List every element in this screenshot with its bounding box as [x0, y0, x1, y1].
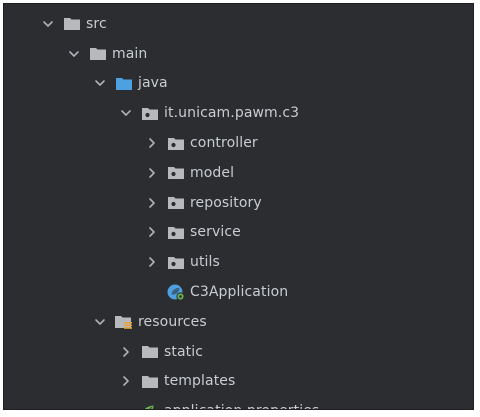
chevron-right-icon[interactable] — [144, 224, 160, 240]
chevron-right-icon[interactable] — [118, 373, 134, 389]
tree-item-static[interactable]: static — [4, 337, 473, 367]
tree-item-model[interactable]: model — [4, 158, 473, 188]
resources-folder-icon — [114, 313, 134, 331]
package-icon — [166, 223, 186, 241]
spring-boot-class-icon — [166, 283, 186, 301]
folder-icon — [140, 343, 160, 361]
tree-item-main[interactable]: main — [4, 39, 473, 69]
package-icon — [166, 134, 186, 152]
package-icon — [140, 104, 160, 122]
tree-item-label: resources — [138, 313, 207, 330]
tree-item-label: service — [190, 224, 241, 241]
package-icon — [166, 253, 186, 271]
project-tool-window: src main java it.unicam.pawm.c3 controller mo… — [3, 3, 474, 410]
chevron-down-icon[interactable] — [40, 16, 56, 32]
tree-item-c3application[interactable]: C3Application — [4, 277, 473, 307]
project-tree[interactable]: src main java it.unicam.pawm.c3 controller mo… — [4, 9, 473, 409]
tree-item-label: templates — [164, 373, 236, 390]
tree-item-application-properties[interactable]: application.properties — [4, 396, 473, 409]
package-icon — [166, 164, 186, 182]
chevron-right-icon[interactable] — [144, 135, 160, 151]
folder-icon — [140, 372, 160, 390]
tree-item-repository[interactable]: repository — [4, 188, 473, 218]
tree-item-controller[interactable]: controller — [4, 128, 473, 158]
source-folder-icon — [114, 74, 134, 92]
tree-item-templates[interactable]: templates — [4, 367, 473, 397]
tree-item-it-unicam-pawm-c3[interactable]: it.unicam.pawm.c3 — [4, 98, 473, 128]
tree-item-label: model — [190, 164, 235, 181]
folder-icon — [88, 45, 108, 63]
chevron-down-icon[interactable] — [92, 75, 108, 91]
chevron-down-icon[interactable] — [92, 314, 108, 330]
package-icon — [166, 194, 186, 212]
tree-item-resources[interactable]: resources — [4, 307, 473, 337]
tree-item-service[interactable]: service — [4, 218, 473, 248]
spring-properties-icon — [140, 402, 160, 409]
chevron-right-icon[interactable] — [144, 195, 160, 211]
tree-item-src[interactable]: src — [4, 9, 473, 39]
tree-item-label: main — [112, 45, 148, 62]
folder-icon — [62, 15, 82, 33]
tree-item-label: controller — [190, 135, 258, 152]
tree-item-label: C3Application — [190, 284, 289, 301]
tree-item-label: application.properties — [164, 402, 319, 409]
tree-item-label: it.unicam.pawm.c3 — [164, 105, 300, 122]
chevron-down-icon[interactable] — [118, 105, 134, 121]
chevron-right-icon[interactable] — [118, 344, 134, 360]
chevron-right-icon[interactable] — [144, 254, 160, 270]
tree-item-java[interactable]: java — [4, 69, 473, 99]
tree-item-label: src — [86, 15, 107, 32]
tree-item-label: java — [138, 75, 168, 92]
chevron-down-icon[interactable] — [66, 46, 82, 62]
tree-item-utils[interactable]: utils — [4, 247, 473, 277]
tree-item-label: utils — [190, 254, 220, 271]
tree-item-label: repository — [190, 194, 262, 211]
tree-item-label: static — [164, 343, 204, 360]
chevron-right-icon[interactable] — [144, 165, 160, 181]
